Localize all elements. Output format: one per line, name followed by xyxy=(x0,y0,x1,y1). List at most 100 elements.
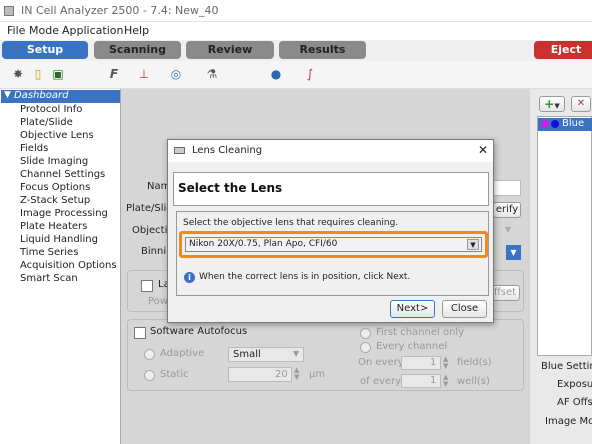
channel-panel: +▼ ✕ Blue Blue Setting Exposur AF Offse … xyxy=(530,89,592,444)
font-icon[interactable]: F xyxy=(106,67,122,81)
remove-channel-button[interactable]: ✕ xyxy=(571,96,591,112)
info-icon: i xyxy=(184,272,195,283)
first-channel-radio[interactable] xyxy=(360,328,371,339)
well-count-input[interactable]: 1 xyxy=(401,374,441,388)
static-spinner-icon[interactable]: ▲ ▼ xyxy=(294,367,299,381)
plus-icon: + xyxy=(544,97,555,111)
sidebar-item-liquid-handling[interactable]: Liquid Handling xyxy=(20,234,98,245)
software-autofocus-label: Software Autofocus xyxy=(150,326,248,337)
window-title: IN Cell Analyzer 2500 - 7.4: New_40 xyxy=(21,4,219,17)
power-label: Pow xyxy=(148,296,168,307)
chevron-down-icon: ▼ xyxy=(467,239,479,250)
lens-selection-group: Select the objective lens that requires … xyxy=(176,211,489,296)
adaptive-label: Adaptive xyxy=(160,348,205,359)
eject-button[interactable]: Eject xyxy=(534,41,592,59)
color-dot-icon xyxy=(541,120,549,128)
sidebar-item-acquisition-options[interactable]: Acquisition Options xyxy=(20,260,117,271)
objective-dropdown-arrow-icon: ▼ xyxy=(505,225,512,234)
exposure-label: Exposur xyxy=(557,379,592,390)
sidebar-header: Dashboard xyxy=(14,90,69,101)
well-count-value: 1 xyxy=(430,375,437,386)
menu-file[interactable]: File xyxy=(7,24,25,37)
app-icon xyxy=(4,6,14,16)
sidebar-item-slide-imaging[interactable]: Slide Imaging xyxy=(20,156,88,167)
adaptive-select[interactable]: Small ▼ xyxy=(228,347,304,362)
pipette-icon[interactable]: ⊥ xyxy=(136,67,152,81)
tab-setup[interactable]: Setup xyxy=(2,41,88,59)
on-every-label: On every xyxy=(358,357,404,368)
sidebar-item-smart-scan[interactable]: Smart Scan xyxy=(20,273,78,284)
microscope-icon[interactable]: ⚗ xyxy=(204,67,220,81)
tab-results[interactable]: Results xyxy=(279,41,366,59)
binning-dropdown-arrow-icon[interactable]: ▼ xyxy=(506,245,521,260)
well-unit: well(s) xyxy=(457,376,490,387)
sidebar-item-z-stack-setup[interactable]: Z-Stack Setup xyxy=(20,195,90,206)
software-autofocus-group: Software Autofocus Adaptive Small ▼ Stat… xyxy=(127,319,524,391)
laser-autofocus-checkbox[interactable] xyxy=(141,280,153,292)
expand-arrow-icon: ▼ xyxy=(4,90,11,100)
sidebar-header-row[interactable]: ▼ Dashboard xyxy=(1,90,120,103)
mode-tab-bar: Setup Scanning Review Results Eject xyxy=(0,40,592,61)
channel-item-blue[interactable]: Blue xyxy=(538,118,592,131)
sidebar-item-channel-settings[interactable]: Channel Settings xyxy=(20,169,105,180)
add-channel-button[interactable]: +▼ xyxy=(539,96,565,112)
tab-review[interactable]: Review xyxy=(186,41,274,59)
close-icon: ✕ xyxy=(576,98,586,109)
every-channel-label: Every channel xyxy=(376,341,448,352)
chevron-down-icon: ▼ xyxy=(554,102,560,110)
name-input[interactable] xyxy=(493,180,521,196)
sidebar-item-image-processing[interactable]: Image Processing xyxy=(20,208,108,219)
menu-mode[interactable]: Mode xyxy=(29,24,59,37)
field-count-value: 1 xyxy=(430,357,437,368)
sidebar-item-protocol-info[interactable]: Protocol Info xyxy=(20,104,82,115)
info-text: When the correct lens is in position, cl… xyxy=(199,272,411,282)
well-spinner-icon[interactable]: ▲ ▼ xyxy=(443,374,448,388)
thermometer-icon[interactable]: ∫ xyxy=(302,67,318,81)
offset-button[interactable]: ffset xyxy=(490,285,520,301)
dialog-title: Lens Cleaning xyxy=(192,145,263,156)
menu-help[interactable]: Help xyxy=(124,24,149,37)
dialog-heading: Select the Lens xyxy=(178,181,283,195)
blue-settings-label: Blue Setting xyxy=(541,361,592,372)
menu-application[interactable]: Application xyxy=(62,24,123,37)
sidebar-item-plate-heaters[interactable]: Plate Heaters xyxy=(20,221,87,232)
instruction-text: Select the objective lens that requires … xyxy=(183,218,399,228)
static-radio[interactable] xyxy=(144,370,155,381)
close-button[interactable]: Close xyxy=(442,300,487,318)
field-spinner-icon[interactable]: ▲ ▼ xyxy=(443,356,448,370)
adaptive-select-arrow-icon: ▼ xyxy=(293,349,300,358)
new-icon[interactable]: ✸ xyxy=(10,67,26,81)
color-dot-icon xyxy=(551,120,559,128)
first-channel-label: First channel only xyxy=(376,327,465,338)
dialog-title-bar: Lens Cleaning ✕ xyxy=(168,140,493,162)
sidebar-item-focus-options[interactable]: Focus Options xyxy=(20,182,90,193)
software-autofocus-checkbox[interactable] xyxy=(134,327,146,339)
dialog-close-icon[interactable]: ✕ xyxy=(478,143,488,157)
sidebar-item-time-series[interactable]: Time Series xyxy=(20,247,78,258)
lens-select-value: Nikon 20X/0.75, Plan Apo, CFI/60 xyxy=(189,239,338,249)
static-input-value: 20 xyxy=(275,369,288,380)
adaptive-radio[interactable] xyxy=(144,349,155,360)
lens-select[interactable]: Nikon 20X/0.75, Plan Apo, CFI/60 ▼ xyxy=(185,237,482,252)
verify-button[interactable]: erify xyxy=(493,202,521,218)
toolbar: ✸ ▯ ▣ F ⊥ ◎ ⚗ ● ∫ xyxy=(0,61,592,89)
next-button[interactable]: Next> xyxy=(390,300,435,318)
sidebar-item-plate-slide[interactable]: Plate/Slide xyxy=(20,117,73,128)
drop-icon[interactable]: ● xyxy=(268,67,284,81)
save-icon[interactable]: ▣ xyxy=(50,67,66,81)
sidebar-item-objective-lens[interactable]: Objective Lens xyxy=(20,130,94,141)
af-offset-label: AF Offse xyxy=(557,397,592,408)
channel-list: Blue xyxy=(537,116,592,356)
target-icon[interactable]: ◎ xyxy=(168,67,184,81)
static-unit: μm xyxy=(309,369,326,380)
tab-scanning[interactable]: Scanning xyxy=(94,41,181,59)
static-input[interactable]: 20 xyxy=(228,367,292,382)
open-folder-icon[interactable]: ▯ xyxy=(30,67,46,81)
menu-bar: File Mode Application Help xyxy=(0,22,592,40)
static-label: Static xyxy=(160,369,189,380)
field-count-input[interactable]: 1 xyxy=(401,356,441,370)
sidebar-item-fields[interactable]: Fields xyxy=(20,143,48,154)
title-bar: IN Cell Analyzer 2500 - 7.4: New_40 xyxy=(0,0,592,22)
every-channel-radio[interactable] xyxy=(360,342,371,353)
channel-name: Blue xyxy=(562,118,585,129)
